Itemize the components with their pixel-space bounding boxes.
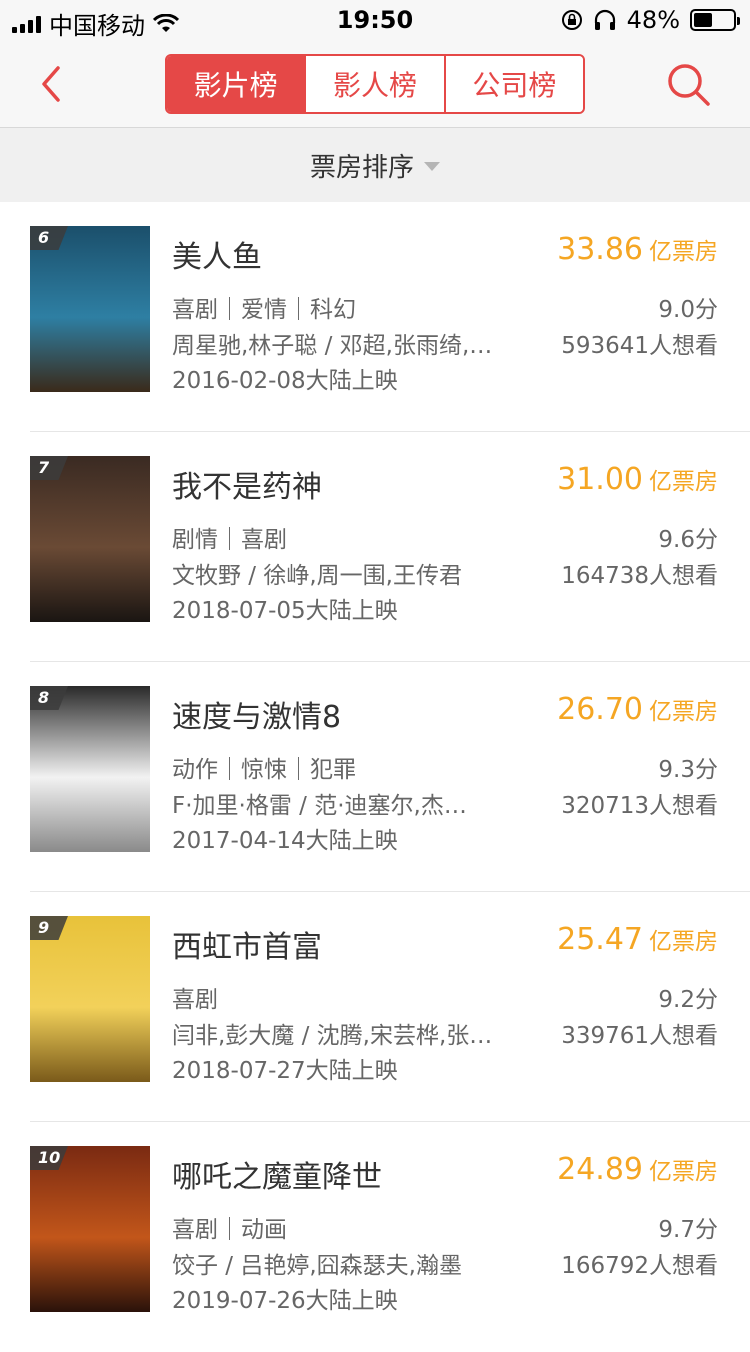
box-office-unit: 亿票房 xyxy=(649,699,718,725)
movie-cast: 文牧野 / 徐峥,周一围,王传君 xyxy=(172,563,462,589)
movie-genre: 喜剧 xyxy=(172,987,218,1013)
movie-release: 2018-07-27大陆上映 xyxy=(172,1058,398,1084)
rank-badge: 7 xyxy=(30,456,68,480)
movie-row[interactable]: 6 美人鱼 喜剧｜爱情｜科幻 周星驰,林子聪 / 邓超,张雨绮,… 2016-0… xyxy=(30,202,750,432)
box-office-value: 25.47 xyxy=(557,922,643,957)
movie-title: 美人鱼 xyxy=(172,240,262,275)
movie-genre: 喜剧｜动画 xyxy=(172,1217,287,1243)
movie-title: 哪吒之魔童降世 xyxy=(172,1160,382,1195)
tab-companies[interactable]: 公司榜 xyxy=(443,56,583,112)
battery-level xyxy=(694,13,713,27)
movie-row[interactable]: 9 西虹市首富 喜剧 闫非,彭大魔 / 沈腾,宋芸桦,张… 2018-07-27… xyxy=(30,892,750,1122)
sort-label: 票房排序 xyxy=(309,152,414,183)
status-right: 48% xyxy=(561,6,740,34)
rank-badge: 8 xyxy=(30,686,68,710)
tab-people[interactable]: 影人榜 xyxy=(304,56,444,112)
movie-cast: F·加里·格雷 / 范·迪塞尔,杰… xyxy=(172,793,467,819)
movie-poster: 6 xyxy=(30,226,150,392)
battery-percent: 48% xyxy=(626,6,680,34)
nav-bar: 影片榜 影人榜 公司榜 xyxy=(0,40,750,128)
search-icon xyxy=(668,64,710,106)
rank-badge: 10 xyxy=(30,1146,68,1170)
movie-score: 9.0分 xyxy=(658,297,718,323)
box-office: 26.70 亿票房 xyxy=(557,692,718,727)
movie-cast: 闫非,彭大魔 / 沈腾,宋芸桦,张… xyxy=(172,1023,493,1049)
box-office: 25.47 亿票房 xyxy=(557,922,718,957)
box-office: 24.89 亿票房 xyxy=(557,1152,718,1187)
rank-badge: 6 xyxy=(30,226,68,250)
box-office-unit: 亿票房 xyxy=(649,929,718,955)
box-office-value: 26.70 xyxy=(557,692,643,727)
movie-poster: 8 xyxy=(30,686,150,852)
movie-list: 6 美人鱼 喜剧｜爱情｜科幻 周星驰,林子聪 / 邓超,张雨绮,… 2016-0… xyxy=(0,202,750,1352)
box-office-value: 31.00 xyxy=(557,462,643,497)
box-office-value: 33.86 xyxy=(557,232,643,267)
headphones-icon xyxy=(594,9,615,30)
movie-wish-count: 166792人想看 xyxy=(561,1253,718,1279)
tab-movies[interactable]: 影片榜 xyxy=(167,56,305,112)
movie-poster: 9 xyxy=(30,916,150,1082)
sort-dropdown[interactable]: 票房排序 xyxy=(0,128,750,202)
chevron-left-icon xyxy=(42,66,60,102)
movie-release: 2019-07-26大陆上映 xyxy=(172,1288,398,1314)
box-office-unit: 亿票房 xyxy=(649,239,718,265)
movie-wish-count: 593641人想看 xyxy=(561,333,718,359)
movie-score: 9.7分 xyxy=(658,1217,718,1243)
movie-score: 9.6分 xyxy=(658,527,718,553)
rank-badge: 9 xyxy=(30,916,68,940)
movie-cast: 饺子 / 吕艳婷,囧森瑟夫,瀚墨 xyxy=(172,1253,462,1279)
movie-poster: 10 xyxy=(30,1146,150,1312)
movie-row[interactable]: 7 我不是药神 剧情｜喜剧 文牧野 / 徐峥,周一围,王传君 2018-07-0… xyxy=(30,432,750,662)
status-bar: 中国移动 19:50 48% xyxy=(0,0,750,40)
search-button[interactable] xyxy=(664,60,714,110)
box-office: 31.00 亿票房 xyxy=(557,462,718,497)
movie-score: 9.2分 xyxy=(658,987,718,1013)
movie-release: 2018-07-05大陆上映 xyxy=(172,598,398,624)
movie-release: 2016-02-08大陆上映 xyxy=(172,368,398,394)
movie-poster: 7 xyxy=(30,456,150,622)
rotation-lock-icon xyxy=(561,10,582,30)
movie-cast: 周星驰,林子聪 / 邓超,张雨绮,… xyxy=(172,333,493,359)
back-button[interactable] xyxy=(30,62,74,106)
caret-down-icon xyxy=(424,161,440,171)
movie-wish-count: 339761人想看 xyxy=(561,1023,718,1049)
box-office: 33.86 亿票房 xyxy=(557,232,718,267)
movie-row[interactable]: 8 速度与激情8 动作｜惊悚｜犯罪 F·加里·格雷 / 范·迪塞尔,杰… 201… xyxy=(30,662,750,892)
movie-score: 9.3分 xyxy=(658,757,718,783)
movie-title: 我不是药神 xyxy=(172,470,322,505)
box-office-unit: 亿票房 xyxy=(649,1159,718,1185)
movie-release: 2017-04-14大陆上映 xyxy=(172,828,398,854)
movie-wish-count: 320713人想看 xyxy=(561,793,718,819)
movie-genre: 动作｜惊悚｜犯罪 xyxy=(172,757,356,783)
movie-title: 西虹市首富 xyxy=(172,930,322,965)
box-office-value: 24.89 xyxy=(557,1152,643,1187)
movie-wish-count: 164738人想看 xyxy=(561,563,718,589)
movie-row[interactable]: 10 哪吒之魔童降世 喜剧｜动画 饺子 / 吕艳婷,囧森瑟夫,瀚墨 2019-0… xyxy=(30,1122,750,1352)
movie-genre: 剧情｜喜剧 xyxy=(172,527,287,553)
movie-title: 速度与激情8 xyxy=(172,700,342,735)
battery-icon xyxy=(690,9,740,31)
box-office-unit: 亿票房 xyxy=(649,469,718,495)
movie-genre: 喜剧｜爱情｜科幻 xyxy=(172,297,356,323)
ranking-tabs: 影片榜 影人榜 公司榜 xyxy=(165,54,585,114)
